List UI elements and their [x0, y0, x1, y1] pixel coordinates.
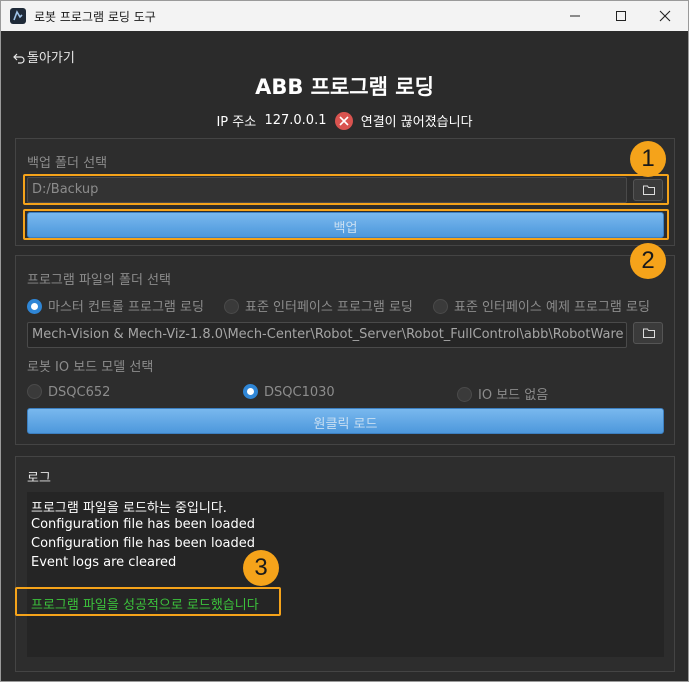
app-logo-icon [10, 8, 26, 24]
highlight-success-line [15, 587, 281, 616]
highlight-backup-button [23, 209, 669, 240]
radio-dot [457, 387, 472, 402]
radio-dot [243, 384, 258, 399]
one-click-load-button[interactable]: 원클릭 로드 [27, 408, 664, 434]
close-icon [659, 10, 671, 22]
ip-value: 127.0.0.1 [264, 113, 327, 128]
log-line: Configuration file has been loaded [31, 517, 255, 532]
highlight-backup-path [23, 174, 669, 205]
connection-status: 연결이 끊어졌습니다 [360, 115, 473, 130]
radio-standard-interface[interactable]: 표준 인터페이스 프로그램 로딩 [224, 296, 413, 315]
close-button[interactable] [642, 1, 688, 31]
page-title: ABB 프로그램 로딩 [255, 75, 434, 99]
radio-label: DSQC652 [48, 385, 111, 400]
log-label: 로그 [27, 471, 51, 486]
backup-folder-label: 백업 폴더 선택 [27, 156, 108, 171]
radio-label: 표준 인터페이스 프로그램 로딩 [245, 300, 413, 315]
folder-icon [643, 328, 655, 338]
radio-no-io-board[interactable]: IO 보드 없음 [457, 384, 548, 403]
back-label: 돌아가기 [27, 51, 75, 66]
program-folder-label: 프로그램 파일의 폴더 선택 [27, 273, 171, 288]
back-arrow-icon [13, 53, 25, 64]
window-title: 로봇 프로그램 로딩 도구 [34, 10, 156, 24]
radio-master-control[interactable]: 마스터 컨트롤 프로그램 로딩 [27, 296, 204, 315]
radio-dot [224, 299, 239, 314]
title-bar: 로봇 프로그램 로딩 도구 [1, 1, 688, 31]
log-line: Configuration file has been loaded [31, 536, 255, 551]
main-content: 돌아가기 ABB 프로그램 로딩 IP 주소 127.0.0.1 연결이 끊어졌… [1, 31, 688, 681]
radio-dot [27, 299, 42, 314]
io-board-label: 로봇 IO 보드 모델 선택 [27, 360, 154, 375]
radio-dot [433, 299, 448, 314]
annotation-marker-1: 1 [630, 141, 666, 177]
maximize-button[interactable] [598, 1, 644, 31]
annotation-marker-2: 2 [630, 243, 666, 279]
back-link[interactable]: 돌아가기 [13, 47, 75, 66]
log-line: 프로그램 파일을 로드하는 중입니다. [31, 501, 227, 516]
radio-standard-interface-example[interactable]: 표준 인터페이스 예제 프로그램 로딩 [433, 296, 650, 315]
radio-dot [27, 384, 42, 399]
minimize-button[interactable] [552, 1, 598, 31]
radio-dsqc1030[interactable]: DSQC1030 [243, 384, 335, 400]
connection-row: IP 주소 127.0.0.1 연결이 끊어졌습니다 [1, 111, 688, 130]
minimize-icon [570, 15, 580, 17]
error-x-icon [334, 111, 353, 130]
app-window: 로봇 프로그램 로딩 도구 돌아가기 ABB 프로그램 로딩 IP 주소 127… [0, 0, 689, 682]
radio-label: 마스터 컨트롤 프로그램 로딩 [48, 300, 204, 315]
radio-label: 표준 인터페이스 예제 프로그램 로딩 [454, 300, 650, 315]
program-browse-button[interactable] [633, 322, 663, 344]
radio-dsqc652[interactable]: DSQC652 [27, 384, 110, 400]
maximize-icon [616, 11, 626, 21]
radio-label: DSQC1030 [264, 385, 335, 400]
radio-label: IO 보드 없음 [478, 388, 549, 403]
program-path-input[interactable]: Mech-Vision & Mech-Viz-1.8.0\Mech-Center… [27, 322, 627, 348]
annotation-marker-3: 3 [243, 550, 279, 586]
ip-label: IP 주소 [216, 115, 257, 130]
log-line: Event logs are cleared [31, 555, 177, 570]
